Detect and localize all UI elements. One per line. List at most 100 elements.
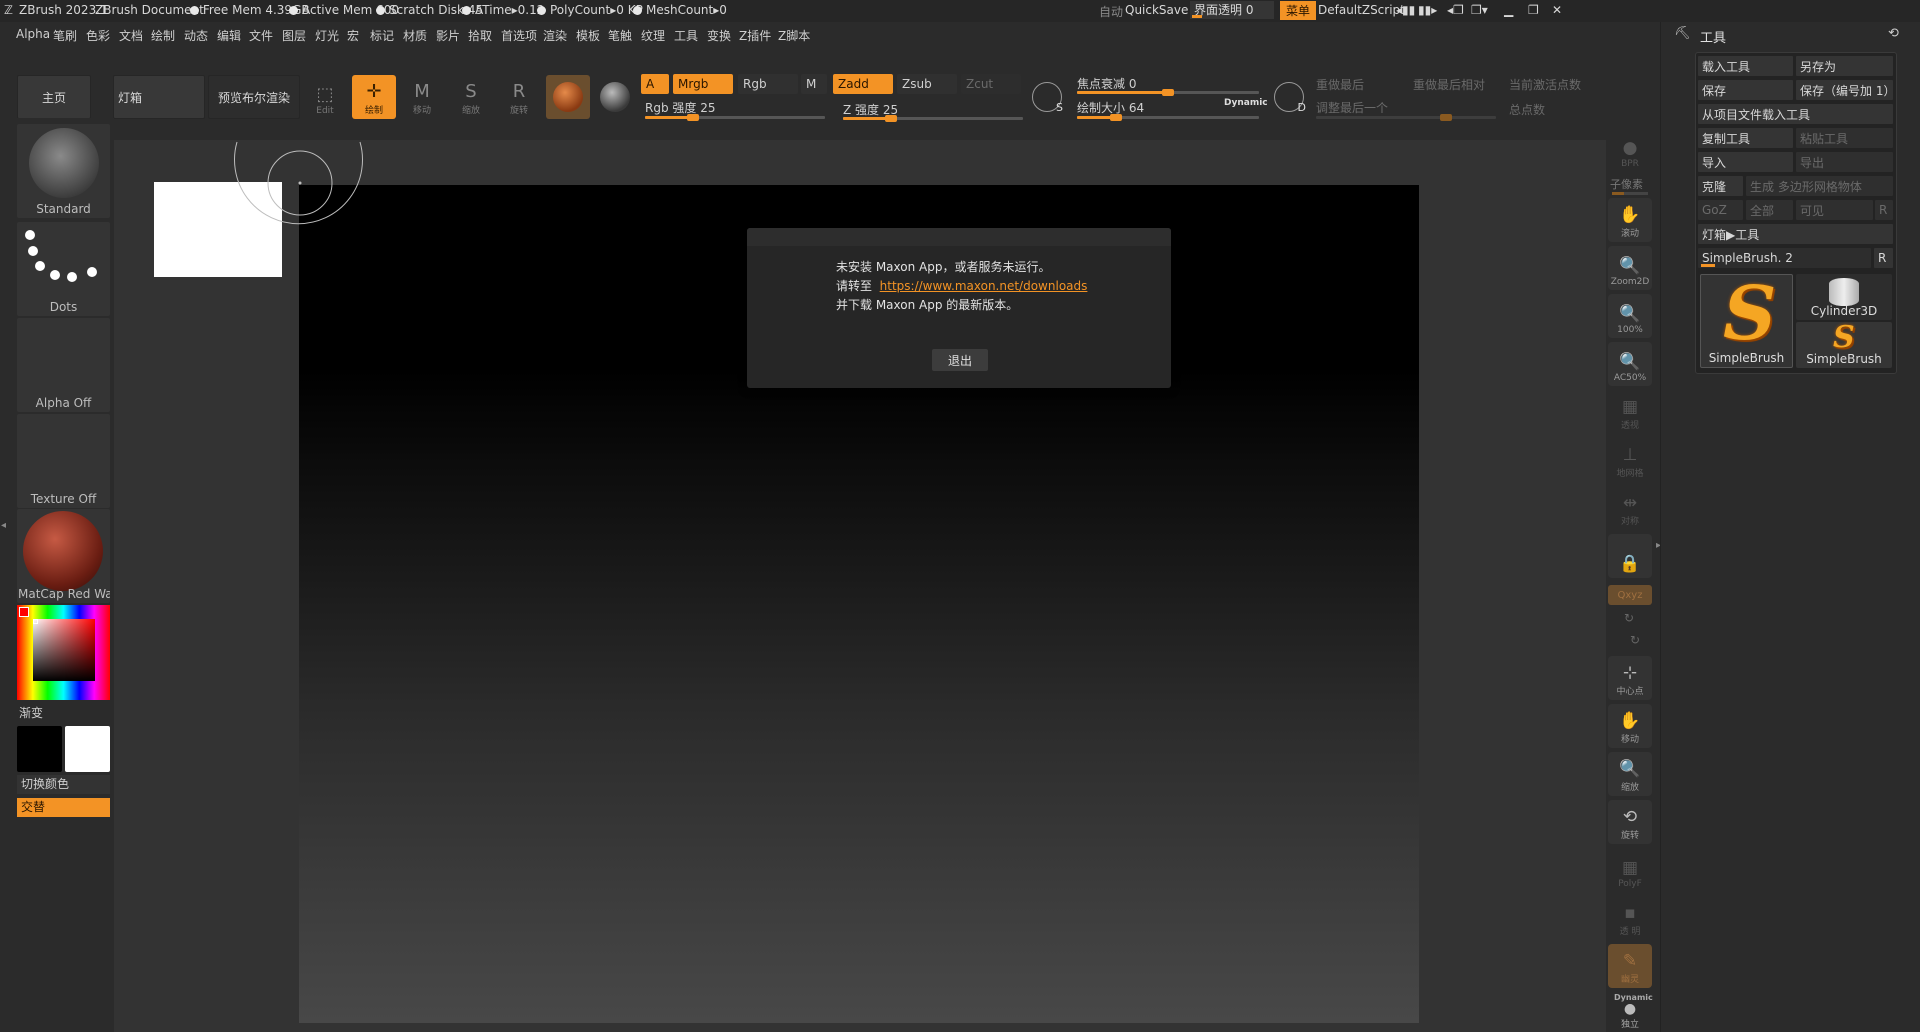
menu-picker[interactable]: 拾取 <box>468 27 492 44</box>
rgb-intensity-knob[interactable] <box>687 114 699 121</box>
layout-menu-icon[interactable]: ❐▾ <box>1471 3 1488 17</box>
copy-tool-button[interactable]: 复制工具 <box>1698 128 1793 148</box>
transparency-button[interactable]: ▪ 透 明 <box>1608 896 1652 940</box>
menu-render[interactable]: 渲染 <box>543 27 567 44</box>
half-size-button[interactable]: 🔍 AC50% <box>1608 342 1652 386</box>
menu-button[interactable]: 菜单 <box>1280 1 1317 20</box>
lazymouse-s-button[interactable]: S <box>1032 82 1063 114</box>
load-tool-button[interactable]: 载入工具 <box>1698 56 1793 76</box>
symmetry-button[interactable]: ⇹ 对称 <box>1608 486 1652 530</box>
floor-grid-button[interactable]: ⊥ 地网格 <box>1608 438 1652 482</box>
menu-alpha[interactable]: Alpha <box>16 27 50 41</box>
tool-tile-simplebrush-small[interactable]: S SimpleBrush <box>1796 320 1892 368</box>
home-button[interactable]: 主页 <box>17 75 91 119</box>
center-point-button[interactable]: ⊹ 中心点 <box>1608 656 1652 700</box>
save-button[interactable]: 保存 <box>1698 80 1793 100</box>
load-from-project-button[interactable]: 从项目文件载入工具 <box>1698 104 1893 124</box>
lock-button[interactable]: 🔒 <box>1608 534 1652 578</box>
menu-layer[interactable]: 图层 <box>282 27 306 44</box>
paste-tool-button[interactable]: 粘贴工具 <box>1796 128 1893 148</box>
color-picker[interactable] <box>17 605 110 700</box>
menu-draw[interactable]: 绘制 <box>151 27 175 44</box>
alpha-thumbnail[interactable]: Alpha Off <box>17 318 110 412</box>
tool-tile-simplebrush-large[interactable]: S SimpleBrush <box>1700 271 1793 368</box>
save-as-button[interactable]: 另存为 <box>1796 56 1893 76</box>
solo-button[interactable]: ● 独立 <box>1608 1001 1652 1030</box>
lazymouse-d-button[interactable]: D <box>1274 82 1306 114</box>
bpr-preview-button[interactable]: 预览布尔渲染 <box>208 75 300 119</box>
menu-tool[interactable]: 工具 <box>674 27 698 44</box>
current-tool-knob[interactable] <box>1701 264 1715 267</box>
minimize-icon[interactable]: ▁ <box>1504 3 1513 17</box>
edit-button[interactable]: ⬚ Edit <box>303 75 347 119</box>
menu-material[interactable]: 材质 <box>403 27 427 44</box>
rotate-mode-button[interactable]: R 旋转 <box>497 75 541 119</box>
current-tool-r-button[interactable]: R <box>1874 248 1893 268</box>
left-shelf-collapse-handle[interactable]: ◂ <box>0 498 8 558</box>
brush-thumbnail[interactable]: Standard <box>17 124 110 218</box>
menu-document[interactable]: 文档 <box>119 27 143 44</box>
maxon-downloads-link[interactable]: https://www.maxon.net/downloads <box>880 279 1088 293</box>
ui-opacity-slider[interactable]: 界面透明 0 <box>1190 1 1274 19</box>
exit-button[interactable]: 退出 <box>932 349 988 371</box>
menu-light[interactable]: 灯光 <box>315 27 339 44</box>
subpixel-knob[interactable] <box>1612 192 1624 195</box>
maximize-icon[interactable]: ❐ <box>1528 3 1539 17</box>
alternate-button[interactable]: 交替 <box>17 798 110 817</box>
zcut-toggle[interactable]: Zcut <box>961 74 1021 94</box>
menu-zplugin[interactable]: Z插件 <box>739 27 771 44</box>
adjust-last-knob[interactable] <box>1440 114 1452 121</box>
zoom2d-button[interactable]: 🔍 Zoom2D <box>1608 246 1652 290</box>
adjust-last-slider[interactable] <box>1316 114 1496 121</box>
menu-stroke[interactable]: 笔触 <box>608 27 632 44</box>
menu-macro[interactable]: 宏 <box>347 27 359 44</box>
color-cursor[interactable] <box>33 619 38 624</box>
z-intensity-knob[interactable] <box>885 115 897 122</box>
scale-mode-button[interactable]: S 缩放 <box>449 75 493 119</box>
make-polymesh-button[interactable]: 生成 多边形网格物体 <box>1746 176 1893 196</box>
gradient-sphere-button[interactable] <box>598 80 632 114</box>
polyframe-button[interactable]: ▦ PolyF <box>1608 848 1652 892</box>
current-tool-slider[interactable]: SimpleBrush. 2 <box>1698 248 1871 268</box>
clone-button[interactable]: 克隆 <box>1698 176 1743 196</box>
material-sphere-button[interactable] <box>546 75 590 119</box>
draw-size-knob[interactable] <box>1110 114 1122 121</box>
focal-shift-knob[interactable] <box>1162 89 1174 96</box>
draw-button[interactable]: ✛ 绘制 <box>352 75 396 119</box>
move-view-button[interactable]: ✋ 移动 <box>1608 704 1652 748</box>
subpixel-slider[interactable] <box>1612 192 1648 195</box>
menu-stencil[interactable]: 模板 <box>576 27 600 44</box>
default-zscript-button[interactable]: DefaultZScript <box>1318 3 1405 17</box>
goz-button[interactable]: GoZ <box>1698 200 1743 220</box>
focal-shift-slider[interactable] <box>1077 89 1259 96</box>
gradient-label[interactable]: 渐变 <box>19 704 43 721</box>
menu-texture[interactable]: 纹理 <box>641 27 665 44</box>
goz-r-button[interactable]: R <box>1875 200 1893 220</box>
rgb-intensity-slider[interactable] <box>645 114 825 121</box>
actual-size-button[interactable]: 🔍 100% <box>1608 294 1652 338</box>
m-toggle[interactable]: M <box>801 74 827 94</box>
material-thumbnail[interactable]: MatCap Red Wax <box>17 509 110 603</box>
tool-tile-cylinder3d[interactable]: Cylinder3D <box>1796 274 1892 320</box>
texture-thumbnail[interactable]: Texture Off <box>17 414 110 508</box>
a-toggle[interactable]: A <box>641 74 669 94</box>
xyz-rotate-toggle[interactable]: Qxyz <box>1608 585 1652 605</box>
export-button[interactable]: 导出 <box>1796 152 1893 172</box>
tool-panel-title[interactable]: 工具 <box>1700 27 1726 46</box>
perspective-button[interactable]: ▦ 透视 <box>1608 390 1652 434</box>
rotate-view-button[interactable]: ⟲ 旋转 <box>1608 800 1652 844</box>
import-button[interactable]: 导入 <box>1698 152 1793 172</box>
save-incremental-button[interactable]: 保存（编号加 1） <box>1796 80 1893 100</box>
z-intensity-slider[interactable] <box>843 115 1023 122</box>
layout-next-icon[interactable]: ▮▮▸ <box>1418 3 1437 17</box>
color-square[interactable] <box>33 619 95 681</box>
lightbox-tools-button[interactable]: 灯箱▶工具 <box>1698 224 1893 244</box>
lightbox-button[interactable]: 灯箱 <box>113 75 205 119</box>
quicksave-button[interactable]: QuickSave <box>1125 3 1188 17</box>
menu-edit[interactable]: 编辑 <box>217 27 241 44</box>
menu-color[interactable]: 色彩 <box>86 27 110 44</box>
replay-last-button[interactable]: 重做最后 <box>1316 76 1364 93</box>
draw-size-slider[interactable] <box>1077 114 1259 121</box>
menu-preferences[interactable]: 首选项 <box>501 27 537 44</box>
menu-marker[interactable]: 标记 <box>370 27 394 44</box>
